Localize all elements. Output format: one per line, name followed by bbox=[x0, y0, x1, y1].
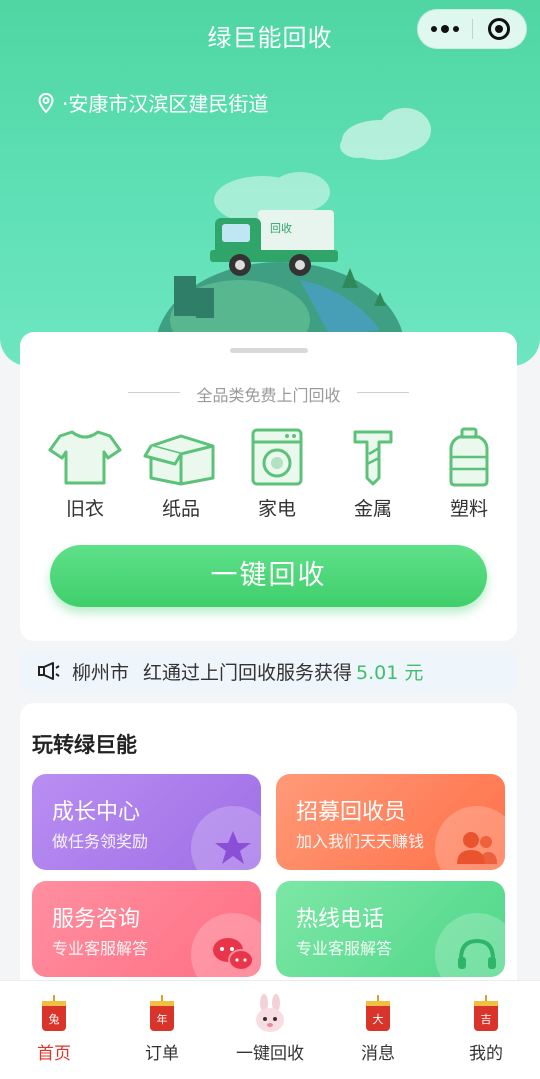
section-title: 玩转绿巨能 bbox=[32, 733, 137, 757]
shirt-icon bbox=[48, 430, 122, 485]
announcement-ticker[interactable]: 柳州市 红通过上门回收服务获得 5.01 元 bbox=[20, 651, 517, 691]
svg-text:年: 年 bbox=[157, 1012, 168, 1026]
recycling-truck-illustration: 回收 bbox=[155, 108, 431, 366]
firecracker-icon: 年 bbox=[150, 995, 174, 1031]
bottom-tab-bar: 兔 首页 年 订单 一键回收 大 消息 吉 我的 bbox=[0, 980, 540, 1079]
category-clothes[interactable]: 旧衣 bbox=[37, 426, 133, 521]
category-appliance[interactable]: 家电 bbox=[229, 426, 325, 521]
one-click-recycle-button[interactable]: 一键回收 bbox=[50, 545, 487, 607]
tab-orders[interactable]: 年 订单 bbox=[108, 981, 216, 1079]
category-paper[interactable]: 纸品 bbox=[133, 426, 229, 521]
recruit-collector-tile[interactable]: 招募回收员 加入我们天天赚钱 bbox=[276, 774, 505, 870]
chat-icon bbox=[213, 938, 254, 971]
recycle-subtitle: 全品类免费上门回收 bbox=[20, 382, 517, 406]
miniprogram-capsule bbox=[417, 9, 527, 49]
washing-machine-icon bbox=[251, 428, 303, 486]
location-selector[interactable]: ·安康市汉滨区建民街道 bbox=[38, 88, 268, 117]
drag-handle bbox=[230, 348, 308, 353]
ticker-message: 红通过上门回收服务获得 bbox=[143, 661, 353, 684]
svg-text:兔: 兔 bbox=[49, 1012, 60, 1026]
headset-icon bbox=[458, 938, 496, 969]
box-icon bbox=[143, 434, 215, 486]
svg-text:大: 大 bbox=[373, 1012, 384, 1026]
close-miniprogram-button[interactable] bbox=[472, 9, 526, 49]
firecracker-icon: 吉 bbox=[474, 995, 498, 1031]
ticker-city: 柳州市 bbox=[72, 661, 130, 684]
megaphone-icon bbox=[38, 662, 60, 680]
firecracker-icon: 大 bbox=[366, 995, 390, 1031]
location-pin-icon bbox=[38, 92, 54, 113]
tab-messages[interactable]: 大 消息 bbox=[324, 981, 432, 1079]
growth-center-tile[interactable]: 成长中心 做任务领奖励 bbox=[32, 774, 261, 870]
hotline-tile[interactable]: 热线电话 专业客服解答 bbox=[276, 881, 505, 977]
tab-home[interactable]: 兔 首页 bbox=[0, 981, 108, 1079]
bottle-icon bbox=[449, 427, 489, 487]
category-plastic[interactable]: 塑料 bbox=[421, 426, 517, 521]
more-menu-button[interactable] bbox=[418, 9, 472, 49]
play-section: 玩转绿巨能 成长中心 做任务领奖励 招募回收员 加入我们天天赚钱 服务咨询 专业… bbox=[20, 703, 517, 1003]
rabbit-mascot-icon bbox=[256, 994, 284, 1032]
tab-mine[interactable]: 吉 我的 bbox=[432, 981, 540, 1079]
people-icon bbox=[457, 832, 497, 864]
svg-text:吉: 吉 bbox=[481, 1013, 492, 1026]
metal-icon bbox=[353, 430, 393, 486]
service-consult-tile[interactable]: 服务咨询 专业客服解答 bbox=[32, 881, 261, 977]
location-text: ·安康市汉滨区建民街道 bbox=[62, 92, 269, 116]
recycle-card: 全品类免费上门回收 旧衣 纸品 家电 金属 塑料 一键回收 bbox=[20, 332, 517, 641]
star-icon bbox=[215, 831, 251, 864]
tab-one-click-recycle[interactable]: 一键回收 bbox=[216, 981, 324, 1079]
ticker-amount: 5.01 元 bbox=[356, 661, 424, 684]
svg-text:回收: 回收 bbox=[270, 221, 292, 235]
category-metal[interactable]: 金属 bbox=[325, 426, 421, 521]
category-list: 旧衣 纸品 家电 金属 塑料 bbox=[20, 426, 517, 521]
hero-banner: 回收 绿巨能回收 ·安康市汉滨区建民街道 bbox=[0, 0, 540, 366]
firecracker-icon: 兔 bbox=[42, 995, 66, 1031]
target-icon bbox=[488, 18, 511, 40]
